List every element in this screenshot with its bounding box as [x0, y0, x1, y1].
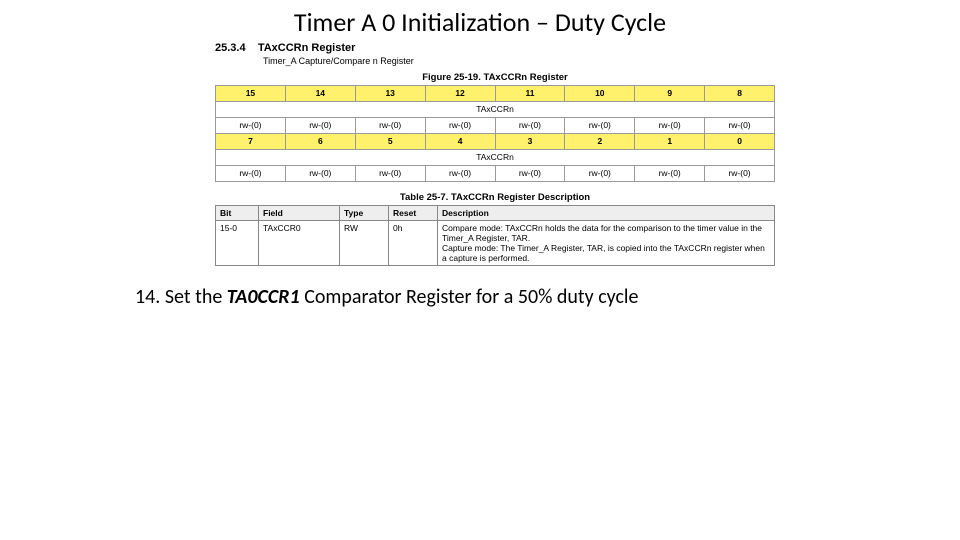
bit-num: 6: [285, 134, 355, 150]
section-heading: 25.3.4 TAxCCRn Register: [215, 42, 775, 54]
section-number: 25.3.4: [215, 42, 246, 54]
table-caption: Table 25-7. TAxCCRn Register Description: [215, 192, 775, 203]
bit-num: 1: [635, 134, 705, 150]
bit-num: 14: [285, 86, 355, 102]
bit-num: 9: [635, 86, 705, 102]
col-header: Bit: [216, 206, 259, 221]
bit-val: rw-(0): [355, 118, 425, 134]
field-label: TAxCCRn: [216, 150, 775, 166]
register-figure: 25.3.4 TAxCCRn Register Timer_A Capture/…: [215, 42, 775, 266]
desc-line: Capture mode: The Timer_A Register, TAR,…: [442, 243, 765, 263]
cell-bit: 15-0: [216, 221, 259, 266]
bit-val: rw-(0): [635, 166, 705, 182]
bit-val: rw-(0): [216, 166, 286, 182]
bit-val: rw-(0): [425, 118, 495, 134]
bit-val: rw-(0): [285, 118, 355, 134]
bit-val: rw-(0): [285, 166, 355, 182]
instruction-after: Comparator Register for a 50% duty cycle: [300, 285, 639, 309]
bit-val: rw-(0): [425, 166, 495, 182]
col-header: Field: [259, 206, 340, 221]
section-subtitle: Timer_A Capture/Compare n Register: [263, 56, 775, 66]
register-name: TA0CCR1: [227, 285, 300, 309]
bit-num: 11: [495, 86, 565, 102]
cell-reset: 0h: [389, 221, 438, 266]
table-row: 15-0 TAxCCR0 RW 0h Compare mode: TAxCCRn…: [216, 221, 775, 266]
bit-val: rw-(0): [495, 166, 565, 182]
col-header: Reset: [389, 206, 438, 221]
bit-num: 2: [565, 134, 635, 150]
slide: Timer A 0 Initialization – Duty Cycle 25…: [0, 0, 960, 540]
instruction-text: 14. Set the TA0CCR1 Comparator Register …: [135, 285, 835, 309]
section-title: TAxCCRn Register: [258, 42, 356, 54]
bit-num: 15: [216, 86, 286, 102]
bit-val: rw-(0): [355, 166, 425, 182]
slide-title: Timer A 0 Initialization – Duty Cycle: [0, 6, 960, 38]
cell-desc: Compare mode: TAxCCRn holds the data for…: [438, 221, 775, 266]
instruction-number: 14.: [135, 285, 160, 309]
bit-val: rw-(0): [565, 166, 635, 182]
col-header: Description: [438, 206, 775, 221]
bit-table: 15 14 13 12 11 10 9 8 TAxCCRn rw-(0) rw-…: [215, 85, 775, 182]
cell-field: TAxCCR0: [259, 221, 340, 266]
figure-caption: Figure 25-19. TAxCCRn Register: [215, 72, 775, 83]
cell-type: RW: [340, 221, 389, 266]
bit-num: 10: [565, 86, 635, 102]
bit-num: 0: [705, 134, 775, 150]
bit-num: 12: [425, 86, 495, 102]
bit-num: 13: [355, 86, 425, 102]
col-header: Type: [340, 206, 389, 221]
desc-line: Compare mode: TAxCCRn holds the data for…: [442, 223, 762, 243]
bit-val: rw-(0): [705, 166, 775, 182]
bit-val: rw-(0): [635, 118, 705, 134]
field-label: TAxCCRn: [216, 102, 775, 118]
bit-val: rw-(0): [216, 118, 286, 134]
instruction-before: Set the: [165, 285, 227, 309]
bit-num: 3: [495, 134, 565, 150]
bit-num: 4: [425, 134, 495, 150]
bit-val: rw-(0): [565, 118, 635, 134]
bit-num: 5: [355, 134, 425, 150]
bit-num: 8: [705, 86, 775, 102]
description-table: Bit Field Type Reset Description 15-0 TA…: [215, 205, 775, 266]
bit-num: 7: [216, 134, 286, 150]
bit-val: rw-(0): [495, 118, 565, 134]
bit-val: rw-(0): [705, 118, 775, 134]
